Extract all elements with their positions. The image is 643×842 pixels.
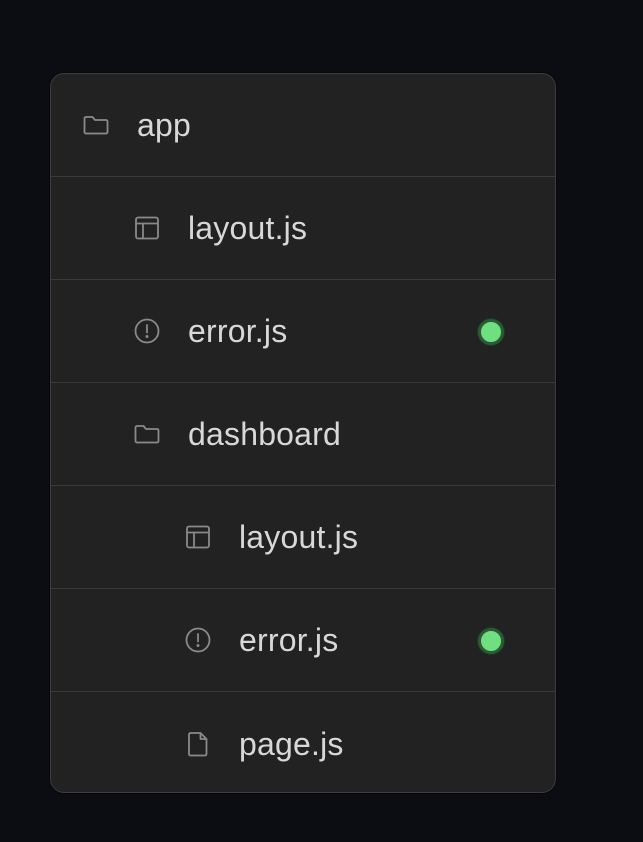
file-tree-panel: app layout.js error.js dashboard layout.… [50,73,556,793]
tree-item-label: error.js [188,313,288,349]
error-icon [183,625,213,655]
tree-item-label: layout.js [188,210,308,246]
tree-item-dashboard-page-js[interactable]: page.js [51,692,555,792]
status-indicator [478,628,504,654]
tree-item-label: page.js [239,725,344,762]
layout-icon [132,213,162,243]
folder-icon [81,110,111,140]
tree-item-label: error.js [239,622,339,658]
tree-item-dashboard-error-js[interactable]: error.js [51,589,555,692]
error-icon [132,316,162,346]
layout-icon [183,522,213,552]
file-icon [183,729,213,759]
tree-item-label: app [137,107,191,143]
tree-item-label: layout.js [239,519,359,555]
tree-item-error-js[interactable]: error.js [51,280,555,383]
status-indicator [478,319,504,345]
tree-item-layout-js[interactable]: layout.js [51,177,555,280]
tree-item-app[interactable]: app [51,74,555,177]
tree-item-dashboard[interactable]: dashboard [51,383,555,486]
tree-item-label: dashboard [188,416,342,452]
folder-icon [132,419,162,449]
tree-item-dashboard-layout-js[interactable]: layout.js [51,486,555,589]
